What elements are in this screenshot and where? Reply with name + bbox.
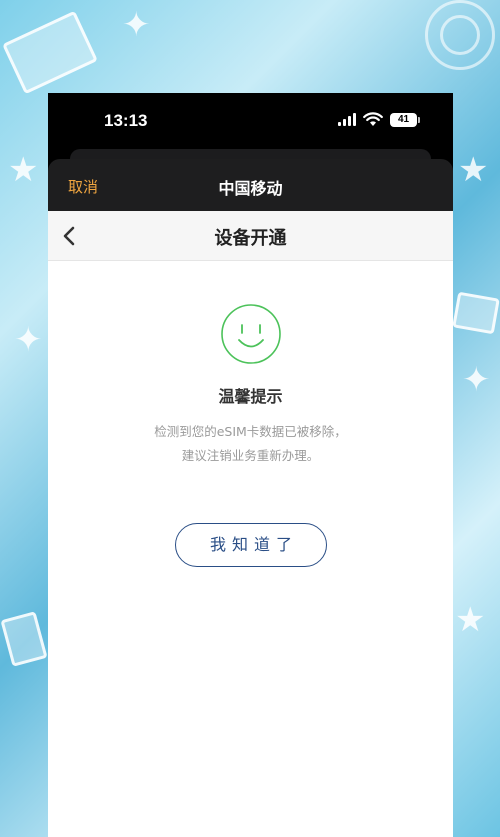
- tip-title: 温馨提示: [218, 387, 283, 406]
- status-icons: 41: [338, 112, 420, 127]
- navigation-bar: 设备开通: [48, 211, 453, 261]
- tip-message-line1: 检测到您的eSIM卡数据已被移除，: [154, 424, 347, 439]
- smile-icon: [221, 304, 281, 364]
- wifi-icon: [363, 112, 383, 126]
- sheet-header: 取消 中国移动: [48, 159, 453, 211]
- page-title: 设备开通: [214, 228, 287, 249]
- acknowledge-button[interactable]: 我知道了: [175, 523, 327, 567]
- tip-message-line2: 建议注销业务重新办理。: [181, 448, 320, 463]
- phone-screen: 13:13 41 取消 中国移动 设备开通 温馨提示 检测到您的eSIM卡数据已…: [48, 93, 453, 837]
- sheet-header-area: 取消 中国移动: [48, 149, 453, 211]
- battery-icon: 41: [390, 112, 420, 127]
- signal-icon: [338, 113, 356, 126]
- sheet-title: 中国移动: [218, 179, 283, 198]
- status-bar: 13:13 41: [48, 93, 453, 149]
- battery-level: 41: [397, 114, 410, 125]
- status-time: 13:13: [104, 111, 148, 130]
